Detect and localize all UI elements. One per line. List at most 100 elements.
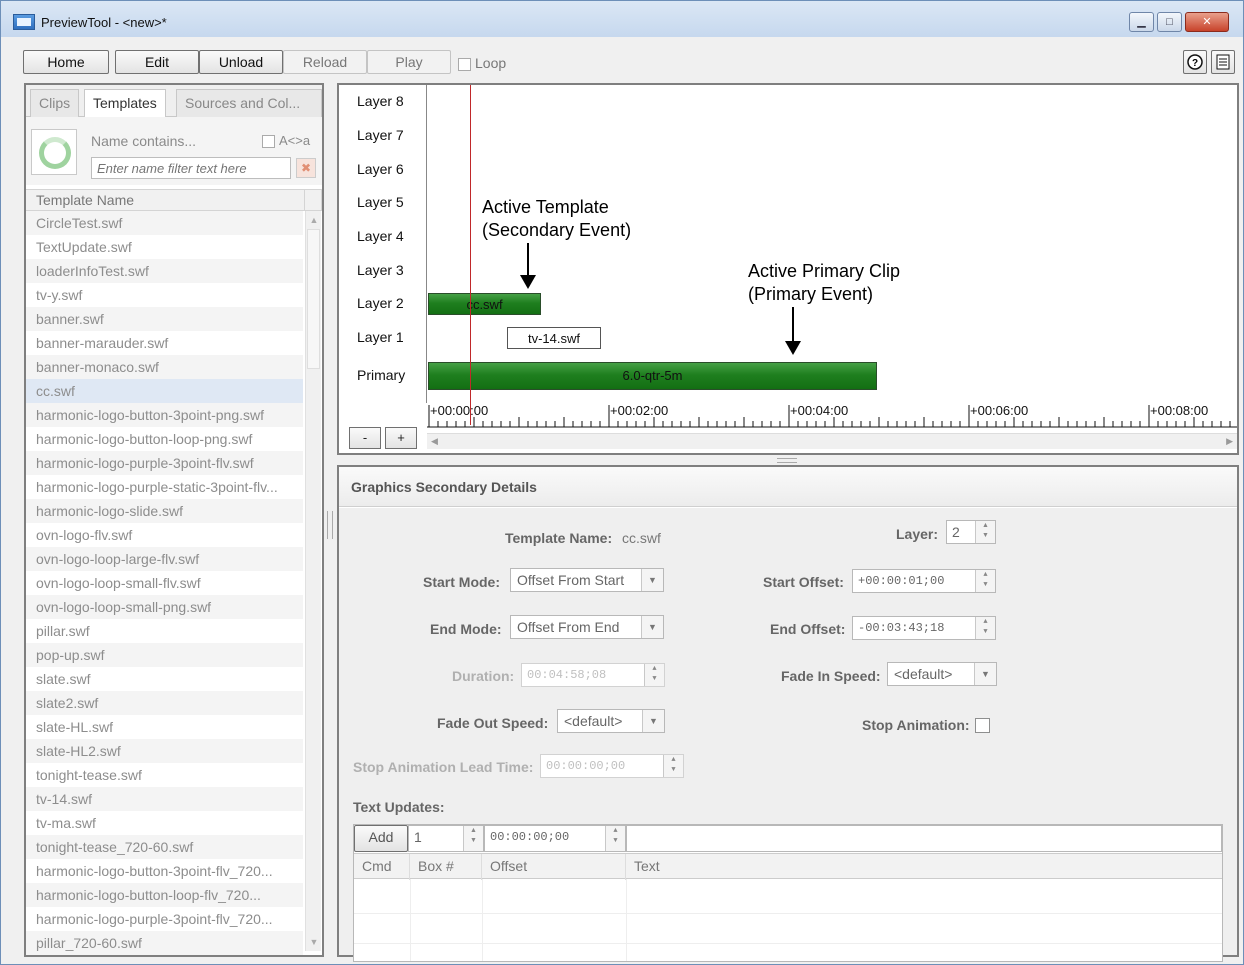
start-mode-select[interactable]: Offset From Start ▼ [510,568,664,592]
layer-label: Layer 3 [357,262,404,278]
offset-stepper[interactable]: 00:00:00;00 ▲ ▼ [484,825,626,852]
stepper-arrows-icon[interactable]: ▲ ▼ [463,826,483,851]
template-list-item[interactable]: cc.swf [26,379,303,403]
fade-out-select[interactable]: <default> ▼ [557,709,665,733]
play-button[interactable]: Play [367,50,451,74]
add-button[interactable]: Add [354,825,408,852]
template-list-item[interactable]: CircleTest.swf [26,211,303,235]
start-offset-stepper[interactable]: +00:00:01;00 ▲ ▼ [852,569,996,593]
duration-stepper[interactable]: 00:04:58;08 ▲ ▼ [521,663,665,687]
notes-icon[interactable] [1211,50,1235,74]
template-list-item[interactable]: harmonic-logo-purple-3point-flv_720... [26,907,303,931]
template-list-item[interactable]: slate.swf [26,667,303,691]
clip-primary[interactable]: 6.0-qtr-5m [428,362,877,390]
close-button[interactable]: ✕ [1185,12,1229,32]
chevron-down-icon[interactable]: ▼ [641,569,663,591]
svg-text:?: ? [1192,58,1198,69]
template-list-item[interactable]: tonight-tease.swf [26,763,303,787]
help-icon[interactable]: ? [1183,50,1207,74]
template-list-item[interactable]: banner-monaco.swf [26,355,303,379]
template-list-item[interactable]: pillar.swf [26,619,303,643]
chevron-down-icon[interactable]: ▼ [974,663,996,685]
column-box[interactable]: Box # [410,854,482,880]
template-list-item[interactable]: ovn-logo-flv.swf [26,523,303,547]
scroll-left-icon[interactable]: ◀ [431,436,438,447]
loop-checkbox[interactable] [458,57,471,71]
template-list-item[interactable]: pillar_720-60.swf [26,931,303,955]
stop-animation-checkbox[interactable] [975,718,990,733]
column-cmd[interactable]: Cmd [354,854,410,880]
template-list-item[interactable]: banner-marauder.swf [26,331,303,355]
box-number-stepper[interactable]: 1 ▲ ▼ [408,825,484,852]
tab-templates[interactable]: Templates [84,89,166,118]
fade-in-select[interactable]: <default> ▼ [887,662,997,686]
template-list-item[interactable]: harmonic-logo-purple-static-3point-flv..… [26,475,303,499]
reload-button[interactable]: Reload [283,50,367,74]
tab-sources[interactable]: Sources and Col... [176,89,322,117]
template-list-item[interactable]: slate2.swf [26,691,303,715]
stepper-arrows-icon[interactable]: ▲ ▼ [975,521,995,543]
name-filter-input[interactable] [91,157,291,179]
scroll-down-icon[interactable]: ▼ [309,937,319,947]
template-list-item[interactable]: harmonic-logo-button-3point-flv_720... [26,859,303,883]
clip-cc[interactable]: cc.swf [428,293,541,315]
template-list-item[interactable]: harmonic-logo-button-3point-png.swf [26,403,303,427]
zoom-in-button[interactable]: + [385,427,417,449]
tab-clips[interactable]: Clips [30,89,80,117]
layer-stepper[interactable]: 2 ▲ ▼ [946,520,996,544]
clip-tv14[interactable]: tv-14.swf [507,327,601,349]
template-list-item[interactable]: tv-ma.swf [26,811,303,835]
chevron-down-icon[interactable]: ▼ [641,616,663,638]
stepper-arrows-icon[interactable]: ▲ ▼ [975,617,995,639]
maximize-button[interactable]: □ [1157,12,1182,32]
template-list-item[interactable]: slate-HL2.swf [26,739,303,763]
template-list-item[interactable]: harmonic-logo-slide.swf [26,499,303,523]
template-list-item[interactable]: tv-y.swf [26,283,303,307]
template-name-header[interactable]: Template Name [26,189,304,211]
timeline-scrollbar[interactable]: ◀ ▶ [427,433,1237,449]
template-list-item[interactable]: slate-HL.swf [26,715,303,739]
scroll-right-icon[interactable]: ▶ [1226,436,1233,447]
template-list-item[interactable]: ovn-logo-loop-large-flv.swf [26,547,303,571]
case-sensitive-toggle[interactable]: A<>a [262,133,310,149]
scroll-up-icon[interactable]: ▲ [309,215,319,225]
text-update-input[interactable] [626,825,1222,852]
edit-button[interactable]: Edit [115,50,199,74]
track-area[interactable]: cc.swf tv-14.swf 6.0-qtr-5m Active Templ… [427,85,1237,433]
playhead[interactable] [470,85,471,425]
unload-button[interactable]: Unload [199,50,283,74]
template-list-item[interactable]: harmonic-logo-purple-3point-flv.swf [26,451,303,475]
template-list-item[interactable]: ovn-logo-loop-small-flv.swf [26,571,303,595]
column-text[interactable]: Text [626,854,1222,880]
end-mode-select[interactable]: Offset From End ▼ [510,615,664,639]
stepper-arrows-icon[interactable]: ▲ ▼ [605,826,625,851]
template-list-item[interactable]: harmonic-logo-button-loop-png.swf [26,427,303,451]
home-button[interactable]: Home [23,50,109,74]
column-offset[interactable]: Offset [482,854,626,880]
template-list-item[interactable]: pop-up.swf [26,643,303,667]
details-body: Template Name: cc.swf Layer: 2 ▲ ▼ Start … [339,508,1237,962]
template-list-item[interactable]: loaderInfoTest.swf [26,259,303,283]
case-sensitive-checkbox[interactable] [262,135,275,149]
end-offset-stepper[interactable]: -00:03:43;18 ▲ ▼ [852,616,996,640]
template-list-scrollbar[interactable]: ▲ ▼ [305,211,321,951]
stepper-arrows-icon[interactable]: ▲ ▼ [644,664,664,686]
template-list-item[interactable]: tonight-tease_720-60.swf [26,835,303,859]
clear-filter-icon[interactable]: ✖ [296,158,316,178]
stepper-arrows-icon[interactable]: ▲ ▼ [975,570,995,592]
stop-lead-time-stepper[interactable]: 00:00:00;00 ▲ ▼ [540,754,684,778]
template-list-item[interactable]: banner.swf [26,307,303,331]
chevron-down-icon[interactable]: ▼ [642,710,664,732]
layer-label: Layer 7 [357,127,404,143]
scrollbar-thumb[interactable] [307,229,320,369]
zoom-out-button[interactable]: - [349,427,381,449]
horizontal-splitter[interactable] [777,458,797,463]
template-list-item[interactable]: TextUpdate.swf [26,235,303,259]
template-list-item[interactable]: harmonic-logo-button-loop-flv_720... [26,883,303,907]
minimize-button[interactable]: ▁ [1129,12,1154,32]
stepper-arrows-icon[interactable]: ▲ ▼ [663,755,683,777]
template-list-item[interactable]: ovn-logo-loop-small-png.swf [26,595,303,619]
template-list-item[interactable]: tv-14.swf [26,787,303,811]
loop-toggle[interactable]: Loop [458,55,506,71]
vertical-splitter[interactable] [327,511,333,539]
